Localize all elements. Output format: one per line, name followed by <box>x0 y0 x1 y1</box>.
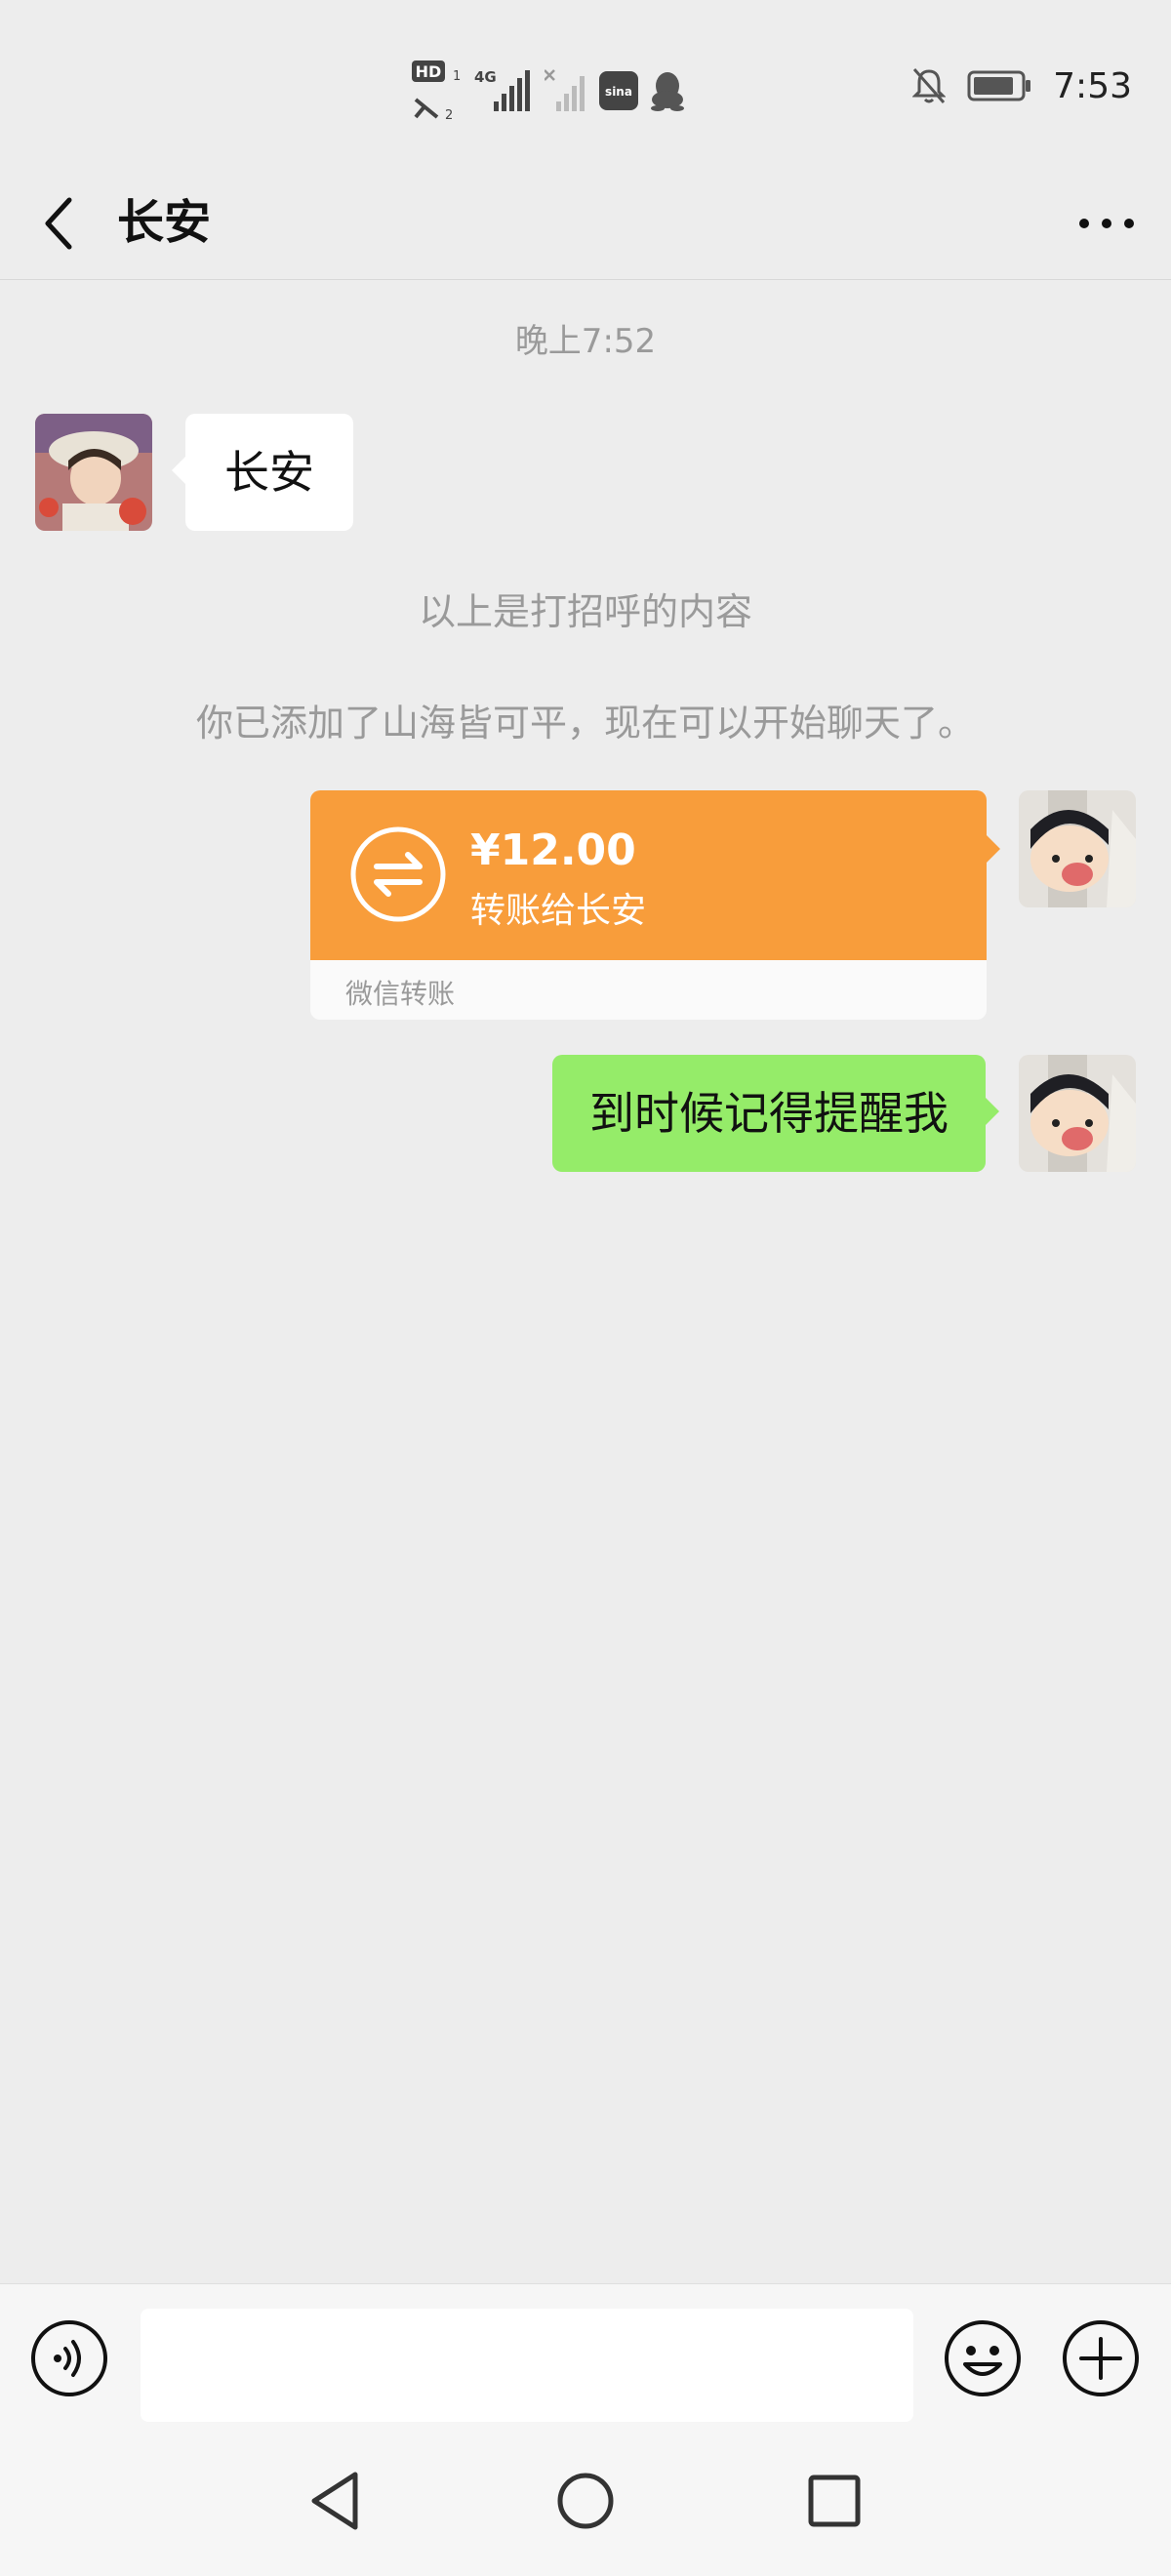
nav-recents-icon[interactable] <box>800 2467 868 2535</box>
contact-avatar[interactable] <box>35 414 152 531</box>
transfer-exchange-icon <box>350 826 446 922</box>
status-bar: HD 1 2 4G sina 7:53 <box>0 0 1171 166</box>
message-input[interactable] <box>141 2309 913 2422</box>
plus-icon[interactable] <box>1062 2319 1140 2397</box>
signal-4g-icon: 4G <box>474 68 530 111</box>
chat-header: 长安 <box>0 166 1171 280</box>
emoji-icon[interactable] <box>944 2319 1022 2397</box>
incoming-message-bubble[interactable]: 长安 <box>172 414 353 531</box>
nav-home-icon[interactable] <box>551 2467 620 2535</box>
transfer-bubble-tail <box>987 835 1000 863</box>
mute-bell-icon <box>912 68 947 103</box>
nav-back-icon[interactable] <box>303 2467 371 2535</box>
sina-label: sina <box>605 85 632 99</box>
net-label: 4G <box>474 68 497 86</box>
sina-weibo-icon: sina <box>599 71 638 110</box>
self-avatar[interactable] <box>1019 1055 1136 1172</box>
outgoing-message-bubble[interactable]: 到时候记得提醒我 <box>552 1055 999 1172</box>
transfer-footer-label: 微信转账 <box>345 978 456 1010</box>
battery-icon <box>967 70 1031 101</box>
signal-empty-icon <box>545 69 585 111</box>
svg-text:1: 1 <box>453 69 461 84</box>
system-added-note: 你已添加了山海皆可平，现在可以开始聊天了。 <box>195 702 975 745</box>
self-avatar-image <box>1019 1055 1136 1172</box>
chat-input-bar <box>0 2283 1171 2426</box>
hd-label: HD <box>416 62 442 81</box>
svg-text:2: 2 <box>445 108 453 123</box>
transfer-card[interactable]: ¥12.00 转账给长安 微信转账 <box>310 790 987 1020</box>
chat-title: 长安 <box>117 195 212 250</box>
back-button[interactable] <box>29 166 88 280</box>
system-nav-bar <box>0 2426 1171 2576</box>
more-dots-icon <box>1079 218 1134 228</box>
header-divider <box>0 279 1171 280</box>
transfer-amount: ¥12.00 <box>470 825 636 875</box>
status-time: 7:53 <box>1053 65 1132 106</box>
status-right: 7:53 <box>912 57 1132 115</box>
contact-avatar-image <box>35 414 152 531</box>
hd-call-icon: HD 1 2 <box>412 60 461 123</box>
more-options-button[interactable] <box>1068 166 1146 280</box>
chevron-left-icon <box>45 197 72 249</box>
transfer-card-top: ¥12.00 转账给长安 <box>310 790 987 960</box>
system-greeting-note: 以上是打招呼的内容 <box>418 590 752 633</box>
voice-input-icon[interactable] <box>30 2319 108 2397</box>
status-icons: HD 1 2 4G sina <box>410 57 685 125</box>
message-timestamp: 晚上7:52 <box>514 322 657 361</box>
transfer-description: 转账给长安 <box>470 891 647 931</box>
qq-icon <box>651 72 684 111</box>
self-avatar-image <box>1019 790 1136 907</box>
self-avatar[interactable] <box>1019 790 1136 907</box>
